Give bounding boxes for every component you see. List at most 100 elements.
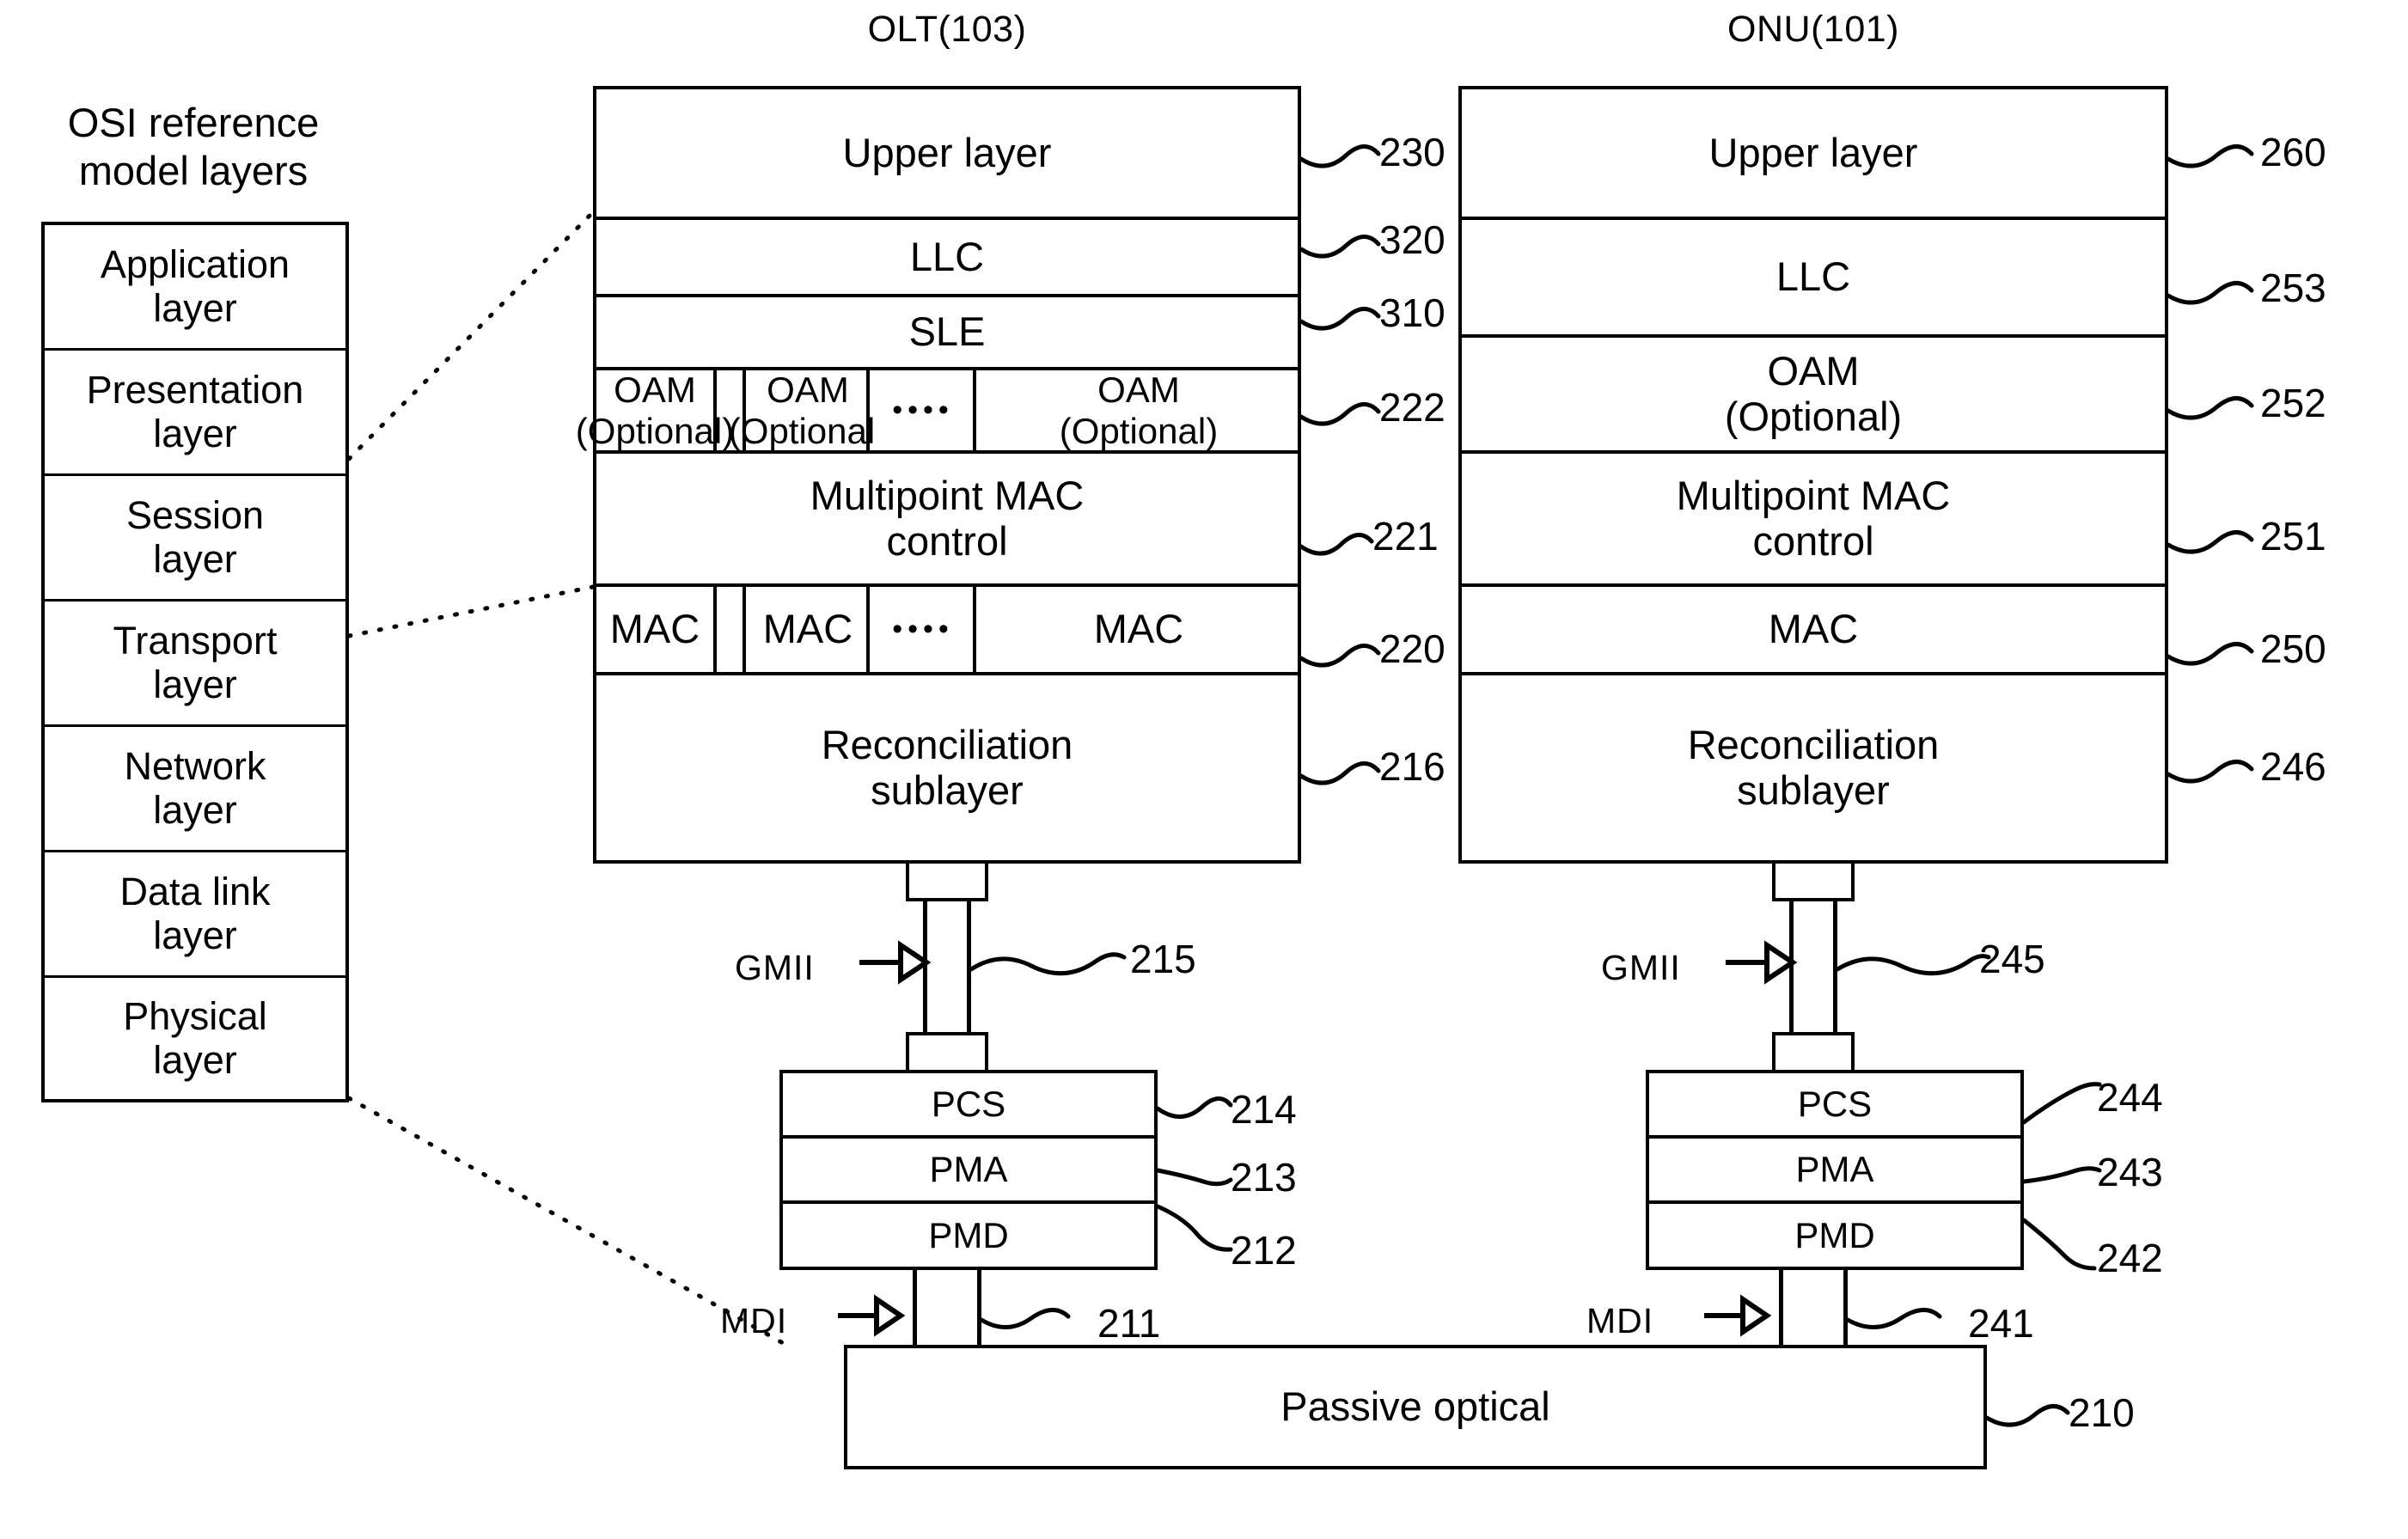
- onu-leader-recon: [2166, 760, 2254, 784]
- olt-mdi-label: MDI: [720, 1301, 788, 1341]
- olt-mac-instance-1: MAC: [596, 587, 717, 672]
- onu-title: ONU(101): [1727, 9, 1899, 50]
- onu-ref-oam: 252: [2260, 381, 2326, 425]
- osi-layer-transport: Transport layer: [45, 602, 345, 727]
- olt-row-reconciliation-sublayer: Reconciliation sublayer: [596, 675, 1298, 860]
- olt-leader-upper-layer: [1299, 144, 1381, 168]
- olt-ref-mpmc: 221: [1372, 514, 1439, 559]
- onu-row-oam: OAM (Optional): [1462, 338, 2165, 454]
- onu-leader-oam: [2166, 396, 2254, 420]
- olt-ref-mdi: 211: [1097, 1301, 1161, 1346]
- onu-row-upper-layer: Upper layer: [1462, 89, 2165, 220]
- olt-ref-oam: 222: [1379, 385, 1445, 430]
- onu-leader-pcs: [2021, 1082, 2102, 1125]
- osi-heading-line2: model layers: [78, 148, 309, 194]
- olt-gmii-connector-stub: [906, 860, 988, 901]
- onu-ref-gmii: 245: [1979, 937, 2045, 981]
- olt-row-llc: LLC: [596, 220, 1298, 297]
- olt-ref-pcs: 214: [1231, 1087, 1297, 1132]
- olt-mdi-shaft: [913, 1270, 981, 1347]
- onu-row-pmd: PMD: [1649, 1204, 2020, 1267]
- olt-row-multipoint-mac-control: Multipoint MAC control: [596, 454, 1298, 587]
- osi-layer-physical: Physical layer: [45, 978, 345, 1099]
- olt-ref-pmd: 212: [1231, 1228, 1297, 1273]
- olt-oam-instance-n: OAM (Optional): [980, 369, 1298, 451]
- olt-mac-instance-2: MAC: [749, 587, 870, 672]
- olt-gmii-foot-stub: [906, 1032, 988, 1073]
- olt-leader-pcs: [1155, 1096, 1233, 1119]
- olt-ref-upper-layer: 230: [1379, 130, 1445, 174]
- olt-gmii-label: GMII: [735, 948, 815, 987]
- olt-gmii-arrow: [859, 940, 932, 985]
- olt-row-oam: OAM (Optional) OAM (Optional) •••• OAM (…: [576, 369, 1298, 454]
- onu-ref-mac: 250: [2260, 626, 2326, 671]
- onu-leader-pma: [2021, 1166, 2102, 1184]
- onu-mpmc-line1: Multipoint MAC: [1676, 472, 1951, 518]
- olt-leader-oam: [1299, 402, 1381, 426]
- olt-oam-instance-2: OAM (Optional): [729, 369, 887, 450]
- olt-row-mac: MAC MAC •••• MAC: [596, 587, 1298, 675]
- onu-leader-mac: [2166, 642, 2254, 666]
- olt-leader-mac: [1299, 644, 1381, 668]
- figure-canvas: OSI reference model layers Application l…: [0, 0, 2408, 1539]
- olt-row-sle: SLE: [596, 297, 1298, 370]
- olt-recon-line2: sublayer: [871, 766, 1024, 813]
- osi-layer-presentation: Presentation layer: [45, 351, 345, 476]
- onu-row-pcs: PCS: [1649, 1073, 2020, 1139]
- onu-row-llc: LLC: [1462, 220, 2165, 338]
- onu-leader-mpmc: [2166, 530, 2254, 554]
- osi-layer-network: Network layer: [45, 727, 345, 852]
- onu-leader-gmii: [1835, 954, 1991, 976]
- onu-oam-line1: OAM: [1767, 347, 1860, 394]
- olt-oam-instance-n-line2: (Optional): [1059, 410, 1219, 451]
- olt-leader-pma: [1155, 1168, 1233, 1187]
- onu-ref-mpmc: 251: [2260, 514, 2326, 559]
- olt-oam-ellipsis: ••••: [873, 370, 976, 450]
- osi-layer-data-link: Data link layer: [45, 852, 345, 978]
- olt-oam-instance-2-line2: (Optional): [728, 410, 888, 451]
- olt-oam-instance-n-line1: OAM: [1097, 369, 1180, 411]
- osi-layer-transport-line2: layer: [153, 662, 237, 706]
- olt-mpmc-line1: Multipoint MAC: [810, 472, 1085, 518]
- olt-ref-recon: 216: [1379, 744, 1445, 789]
- onu-row-multipoint-mac-control: Multipoint MAC control: [1462, 454, 2165, 587]
- osi-layer-session: Session layer: [45, 476, 345, 602]
- onu-mdi-arrow: [1704, 1294, 1772, 1337]
- osi-layer-data-link-line1: Data link: [119, 870, 271, 914]
- onu-row-mac: MAC: [1462, 587, 2165, 675]
- olt-row-pma: PMA: [783, 1139, 1154, 1204]
- onu-ref-pma: 243: [2097, 1150, 2163, 1194]
- osi-heading-line1: OSI reference: [67, 100, 320, 145]
- olt-ref-mac: 220: [1379, 626, 1445, 671]
- onu-row-pma: PMA: [1649, 1139, 2020, 1204]
- osi-layer-network-line1: Network: [124, 744, 266, 789]
- osi-layer-session-line1: Session: [125, 493, 265, 538]
- osi-layer-application: Application layer: [45, 225, 345, 351]
- onu-ref-pmd: 242: [2097, 1236, 2163, 1280]
- onu-leader-pmd: [2021, 1218, 2097, 1271]
- olt-leader-llc: [1299, 235, 1381, 259]
- olt-oam-instance-1: OAM (Optional): [576, 369, 734, 450]
- osi-layer-physical-line1: Physical: [123, 994, 267, 1039]
- osi-layer-network-line2: layer: [153, 787, 237, 832]
- onu-gmii-foot-stub: [1772, 1032, 1855, 1073]
- onu-ref-recon: 246: [2260, 744, 2326, 789]
- onu-oam-line2: (Optional): [1724, 393, 1903, 439]
- olt-ref-llc: 320: [1379, 217, 1445, 262]
- olt-mac-gap-1: [720, 587, 746, 672]
- olt-leader-pmd: [1155, 1204, 1233, 1252]
- onu-gmii-arrow: [1726, 940, 1798, 985]
- osi-layer-stack: Application layer Presentation layer Ses…: [41, 222, 349, 1102]
- olt-oam-instance-2-line1: OAM: [767, 369, 849, 411]
- osi-layer-session-line2: layer: [153, 536, 237, 581]
- olt-row-upper-layer: Upper layer: [596, 89, 1298, 220]
- olt-title: OLT(103): [867, 9, 1027, 50]
- onu-gmii-connector-stub: [1772, 860, 1855, 901]
- onu-ref-llc: 253: [2260, 266, 2326, 310]
- onu-mdi-shaft: [1779, 1270, 1848, 1347]
- olt-oam-instance-1-line1: OAM: [614, 369, 696, 411]
- onu-recon-line2: sublayer: [1737, 766, 1890, 813]
- onu-phy-stack: PCS PMA PMD: [1646, 1070, 2024, 1270]
- osi-layer-application-line1: Application: [100, 242, 290, 287]
- olt-leader-mdi: [979, 1308, 1071, 1329]
